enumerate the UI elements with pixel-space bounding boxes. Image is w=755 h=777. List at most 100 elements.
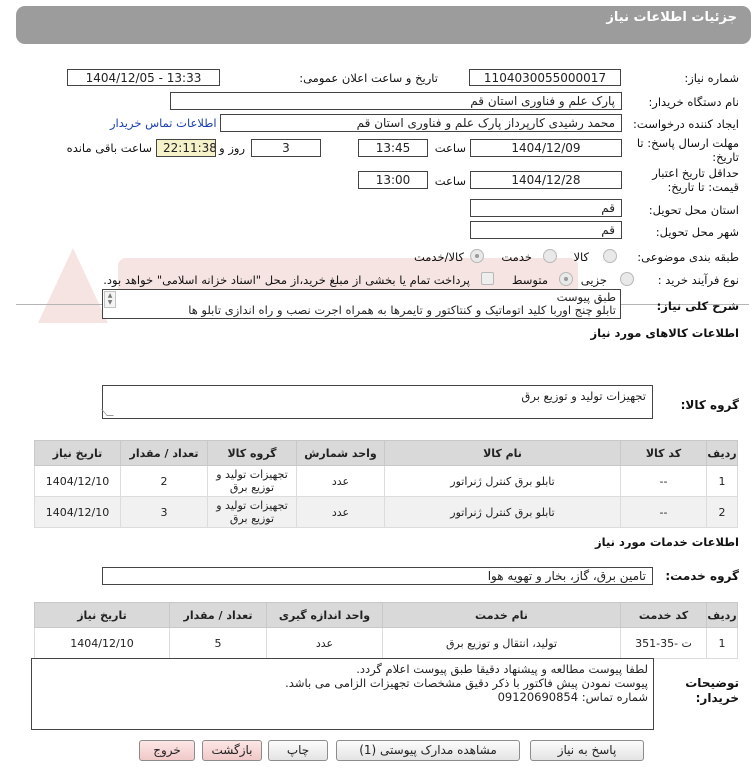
category-label: طبقه بندی موضوعی: <box>637 250 739 264</box>
description-textarea[interactable]: طبق پیوست تابلو چنج اوربا کلید اتوماتیک … <box>102 289 621 319</box>
province-field[interactable]: قم <box>470 199 622 217</box>
goods-col-name: نام کالا <box>384 440 621 466</box>
cell-group-line-1: تجهیزات تولید و <box>216 499 288 512</box>
cell-code: -- <box>620 465 707 497</box>
process-radio-medium[interactable] <box>559 272 573 286</box>
services-col-row: ردیف <box>706 602 738 628</box>
validity-time-field[interactable]: 13:00 <box>358 171 428 189</box>
cell-group-line-1: تجهیزات تولید و <box>216 468 288 481</box>
back-button[interactable]: بازگشت <box>202 740 262 761</box>
page-title: جزئیات اطلاعات نیاز <box>606 10 737 25</box>
cell-date: 1404/12/10 <box>34 465 121 497</box>
deadline-label: مهلت ارسال پاسخ: تا <box>636 136 739 150</box>
services-col-name: نام خدمت <box>382 602 621 628</box>
city-label: شهر محل تحویل: <box>655 225 739 239</box>
validity-label-date: قیمت: تا تاریخ: <box>667 180 739 194</box>
need-number-label: شماره نیاز: <box>684 71 739 85</box>
category-option-goods: کالا <box>573 250 589 264</box>
service-group-label: گروه خدمت: <box>665 569 739 583</box>
cell-date: 1404/12/10 <box>34 496 121 528</box>
treasury-payment-note: پرداخت تمام یا بخشی از مبلغ خرید،از محل … <box>103 273 470 287</box>
buyer-notes-line-3: شماره تماس: 09120690854 <box>497 690 648 704</box>
goods-col-date: تاریخ نیاز <box>34 440 121 466</box>
exit-button[interactable]: خروج <box>139 740 195 761</box>
announce-field[interactable]: 1404/12/05 - 13:33 <box>67 69 220 86</box>
cell-unit: عدد <box>296 496 385 528</box>
reply-button[interactable]: پاسخ به نیاز <box>530 740 644 761</box>
deadline-label-date: تاریخ: <box>712 150 739 164</box>
goods-group-value: تجهیزات تولید و توزیع برق <box>521 389 646 403</box>
validity-time-label: ساعت <box>434 174 466 188</box>
cell-code: ت -35-351 <box>620 627 707 659</box>
deadline-time-label: ساعت <box>434 141 466 155</box>
view-attachments-button[interactable]: مشاهده مدارک پیوستی (1) <box>336 740 520 761</box>
category-option-goods-service: کالا/خدمت <box>413 250 464 264</box>
cell-qty: 2 <box>120 465 208 497</box>
creator-field[interactable]: محمد رشیدی کارپرداز پارک علم و فناوری اس… <box>220 114 622 132</box>
goods-group-label: گروه کالا: <box>680 398 739 412</box>
city-field[interactable]: قم <box>470 221 622 239</box>
services-section-title: اطلاعات خدمات مورد نیاز <box>595 535 739 549</box>
cell-name: تابلو برق کنترل ژنراتور <box>384 465 621 497</box>
days-label: روز و <box>219 141 245 155</box>
creator-label: ایجاد کننده درخواست: <box>633 117 739 131</box>
services-col-qty: تعداد / مقدار <box>169 602 267 628</box>
category-radio-goods[interactable] <box>603 249 617 263</box>
goods-section-title: اطلاعات کالاهای مورد نیاز <box>590 326 739 340</box>
goods-group-field[interactable]: تجهیزات تولید و توزیع برق <box>102 385 653 419</box>
buyer-notes-label-2: خریدار: <box>695 691 739 705</box>
cell-name: تولید، انتقال و توزیع برق <box>382 627 621 659</box>
cell-group-line-2: توزیع برق <box>229 481 275 494</box>
cell-group: تجهیزات تولید و توزیع برق <box>207 465 297 497</box>
table-row[interactable]: 1 -- تابلو برق کنترل ژنراتور عدد تجهیزات… <box>34 465 738 497</box>
cell-qty: 3 <box>120 496 208 528</box>
description-label: شرح کلی نیاز: <box>656 299 739 313</box>
days-count-field[interactable]: 3 <box>251 139 321 157</box>
category-radio-service[interactable] <box>543 249 557 263</box>
service-group-field[interactable]: تامین برق، گاز، بخار و تهویه هوا <box>102 567 653 585</box>
table-row[interactable]: 1 ت -35-351 تولید، انتقال و توزیع برق عد… <box>34 627 738 659</box>
process-option-minor: جزیی <box>580 273 607 287</box>
services-col-code: کد خدمت <box>620 602 707 628</box>
goods-col-row: ردیف <box>706 440 738 466</box>
treasury-payment-checkbox[interactable] <box>481 272 494 285</box>
remaining-time-label: ساعت باقی مانده <box>66 141 152 155</box>
process-radio-minor[interactable] <box>620 272 634 286</box>
goods-table: ردیف کد کالا نام کالا واحد شمارش گروه کا… <box>34 440 738 528</box>
goods-table-header: ردیف کد کالا نام کالا واحد شمارش گروه کا… <box>34 440 738 466</box>
remaining-time-field: 22:11:38 <box>156 139 216 157</box>
cell-row: 1 <box>706 627 738 659</box>
print-button[interactable]: چاپ <box>268 740 328 761</box>
cell-group-line-2: توزیع برق <box>229 512 275 525</box>
category-option-service: خدمت <box>501 250 532 264</box>
cell-unit: عدد <box>296 465 385 497</box>
goods-col-unit: واحد شمارش <box>296 440 385 466</box>
buyer-notes-line-1: لطفا پیوست مطالعه و پیشنهاد دقیقا طبق پی… <box>356 662 648 676</box>
province-label: استان محل تحویل: <box>648 203 739 217</box>
cell-row: 2 <box>706 496 738 528</box>
services-col-unit: واحد اندازه گیری <box>266 602 383 628</box>
buyer-notes-textarea[interactable]: لطفا پیوست مطالعه و پیشنهاد دقیقا طبق پی… <box>31 658 654 730</box>
buyer-notes-line-2: پیوست نمودن پیش فاکتور با ذکر دقیق مشخصا… <box>285 676 648 690</box>
cell-unit: عدد <box>266 627 383 659</box>
need-number-field[interactable]: 1104030055000017 <box>469 69 621 86</box>
announce-label: تاریخ و ساعت اعلان عمومی: <box>299 71 438 85</box>
buyer-notes-label: توضیحات <box>685 676 739 690</box>
validity-label: حداقل تاریخ اعتبار <box>652 166 739 180</box>
table-row[interactable]: 2 -- تابلو برق کنترل ژنراتور عدد تجهیزات… <box>34 496 738 528</box>
process-type-label: نوع فرآیند خرید : <box>657 273 739 287</box>
goods-col-group: گروه کالا <box>207 440 297 466</box>
services-col-date: تاریخ نیاز <box>34 602 170 628</box>
contact-info-link[interactable]: اطلاعات تماس خریدار <box>110 116 217 130</box>
services-table-header: ردیف کد خدمت نام خدمت واحد اندازه گیری ت… <box>34 602 738 628</box>
cell-date: 1404/12/10 <box>34 627 170 659</box>
validity-date-field[interactable]: 1404/12/28 <box>470 171 622 189</box>
deadline-time-field[interactable]: 13:45 <box>358 139 428 157</box>
scroll-arrows-icon[interactable]: ▲ ▼ <box>104 291 116 308</box>
category-radio-goods-service[interactable] <box>470 249 484 263</box>
goods-col-qty: تعداد / مقدار <box>120 440 208 466</box>
buyer-org-field[interactable]: پارک علم و فناوری استان قم <box>170 92 622 110</box>
cell-row: 1 <box>706 465 738 497</box>
deadline-date-field[interactable]: 1404/12/09 <box>470 139 622 157</box>
cell-group: تجهیزات تولید و توزیع برق <box>207 496 297 528</box>
